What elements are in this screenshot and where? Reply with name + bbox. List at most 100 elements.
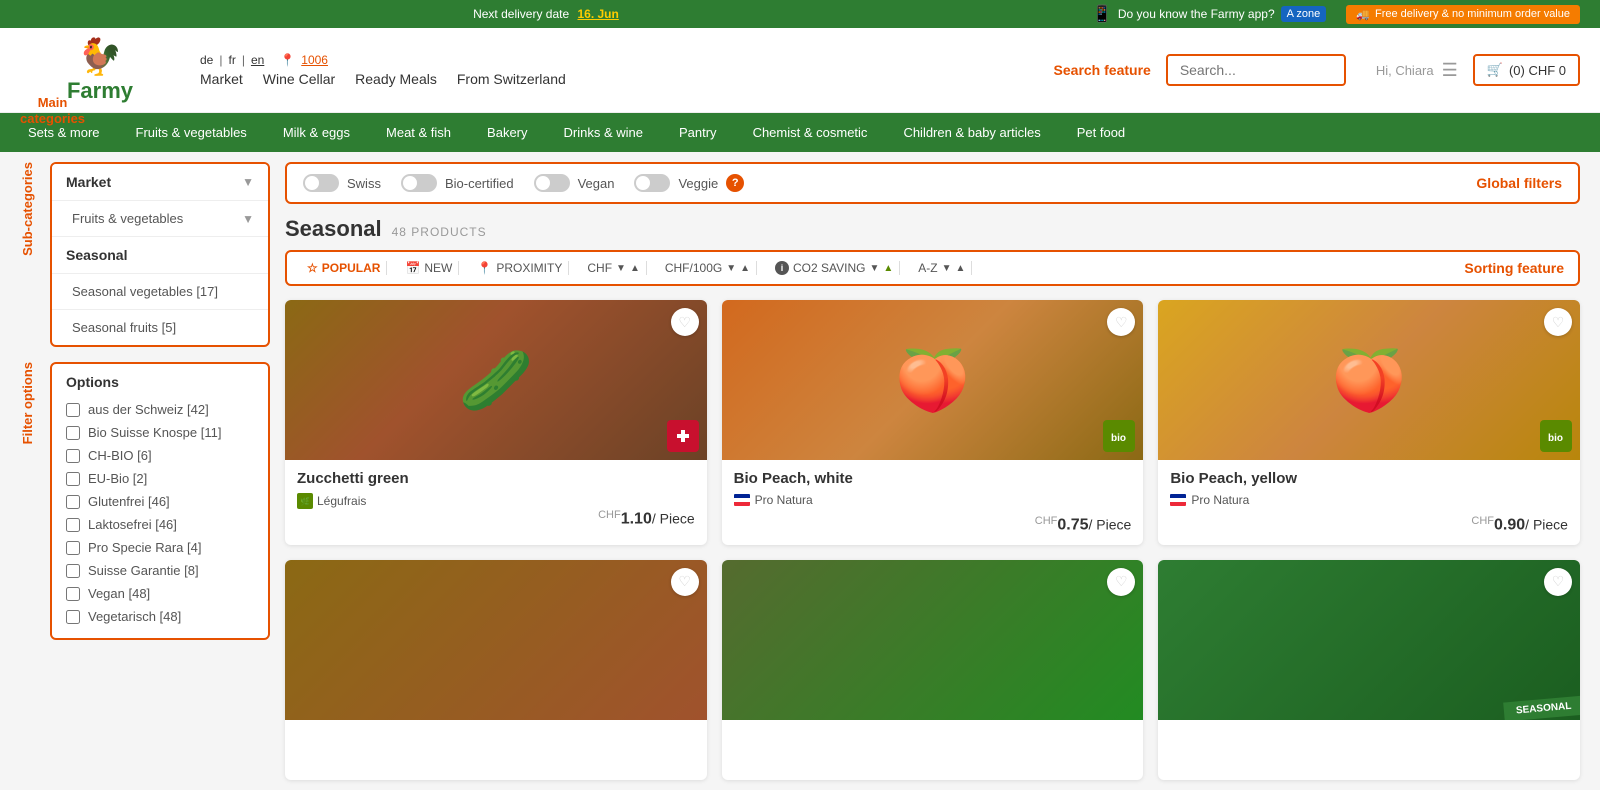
category-market[interactable]: Market ▼ [52,164,268,201]
zone-badge: A zone [1281,6,1327,22]
product-card-peach-yellow[interactable]: 🍑 ♡ bio Bio Peach, yellow Pro Natura CHF… [1158,300,1580,545]
category-seasonal[interactable]: Seasonal [52,237,268,274]
nav-pantry[interactable]: Pantry [661,113,735,152]
product-name: Bio Peach, yellow [1170,470,1568,487]
product-card-5[interactable]: ♡ [722,560,1144,780]
sort-az[interactable]: A-Z ▼ ▲ [912,261,972,275]
option-laktosefrei[interactable]: Laktosefrei [46] [66,513,254,536]
chevron-up-icon: ▲ [740,263,750,274]
bio-cert-badge: bio [1103,420,1135,452]
lang-de[interactable]: de [200,53,213,67]
chevron-up-icon: ▲ [883,263,893,274]
option-vegan[interactable]: Vegan [48] [66,582,254,605]
vegan-toggle[interactable] [534,174,570,192]
bio-cert-badge: bio [1540,420,1572,452]
help-icon[interactable]: ? [726,174,744,192]
product-card-6[interactable]: ♡ SEASONAL [1158,560,1580,780]
location-link[interactable]: 1006 [301,53,328,67]
product-card-zucchetti[interactable]: 🥒 ♡ Zucchetti green 🌿 Légufrais CHF1.10/… [285,300,707,545]
sort-co2[interactable]: i CO2 SAVING ▼ ▲ [769,261,900,275]
search-input[interactable] [1166,54,1346,86]
product-info: Zucchetti green 🌿 Légufrais CHF1.10/ Pie… [285,460,707,539]
option-vegetarisch[interactable]: Vegetarisch [48] [66,605,254,628]
hamburger-icon[interactable]: ☰ [1442,60,1458,81]
option-schweiz[interactable]: aus der Schweiz [42] [66,398,254,421]
option-ch-bio[interactable]: CH-BIO [6] [66,444,254,467]
product-card-4[interactable]: ♡ [285,560,707,780]
chevron-down-icon: ▼ [942,263,952,274]
option-glutenfrei[interactable]: Glutenfrei [46] [66,490,254,513]
user-area: Hi, Chiara ☰ [1376,60,1458,81]
product-image-bg [1158,560,1580,720]
logo-icon: 🐓 [78,36,123,78]
option-bio-knospe[interactable]: Bio Suisse Knospe [11] [66,421,254,444]
nav-milk[interactable]: Milk & eggs [265,113,368,152]
swiss-toggle[interactable] [303,174,339,192]
info-icon: i [775,261,789,275]
cart-button[interactable]: 🛒 (0) CHF 0 [1473,54,1580,86]
category-seasonal-fruits[interactable]: Seasonal fruits [5] [52,310,268,345]
truck-icon: 🚚 [1356,8,1370,21]
nav-bakery[interactable]: Bakery [469,113,545,152]
nav-chemist[interactable]: Chemist & cosmetic [735,113,886,152]
product-image-bg: 🍑 [1158,300,1580,460]
product-image-bg [285,560,707,720]
wishlist-button[interactable]: ♡ [1107,568,1135,596]
wishlist-button[interactable]: ♡ [1544,568,1572,596]
option-eu-bio[interactable]: EU-Bio [2] [66,467,254,490]
sidebar: Sub-categories Market ▼ Fruits & vegetab… [20,162,270,780]
svg-text:bio: bio [1111,433,1126,444]
nav-ready-meals[interactable]: Ready Meals [355,71,437,87]
sort-chf100g[interactable]: CHF/100G ▼ ▲ [659,261,757,275]
sort-chf[interactable]: CHF ▼ ▲ [581,261,646,275]
product-info [1158,720,1580,780]
option-suisse-garantie[interactable]: Suisse Garantie [8] [66,559,254,582]
product-image-4: ♡ [285,560,707,720]
options-section: Filter options Options aus der Schweiz [… [20,362,270,640]
sub-categories-label: Sub-categories [20,162,40,256]
main-categories-label: Maincategories [20,95,85,126]
filter-swiss: Swiss [303,174,381,192]
filter-options-label: Filter options [20,362,40,444]
sort-proximity[interactable]: 📍 PROXIMITY [471,261,569,275]
chevron-down-icon: ▼ [869,263,879,274]
flag-icon [734,494,750,506]
product-card-peach-white[interactable]: 🍑 ♡ bio Bio Peach, white Pro Natura CHF0… [722,300,1144,545]
nav-wine[interactable]: Wine Cellar [263,71,335,87]
filter-bio: Bio-certified [401,174,514,192]
lang-en[interactable]: en [251,53,264,67]
nav-fruits[interactable]: Fruits & vegetables [118,113,265,152]
category-panel: Market ▼ Fruits & vegetables ▼ Seasonal … [50,162,270,347]
category-fruits-veg[interactable]: Fruits & vegetables ▼ [52,201,268,237]
filter-vegan: Vegan [534,174,615,192]
nav-meat[interactable]: Meat & fish [368,113,469,152]
nav-switzerland[interactable]: From Switzerland [457,71,566,87]
bio-toggle[interactable] [401,174,437,192]
nav-market[interactable]: Market [200,71,243,87]
sort-new[interactable]: 📅 NEW [399,261,459,275]
product-grid: 🥒 ♡ Zucchetti green 🌿 Légufrais CHF1.10/… [285,300,1580,780]
header-middle: de | fr | en 📍 1006 Market Wine Cellar R… [200,53,566,87]
arrow-icon: ▼ [242,212,254,226]
category-seasonal-veg[interactable]: Seasonal vegetables [17] [52,274,268,310]
header: 🐓 Farmy de | fr | en 📍 1006 Market Wine … [0,28,1600,113]
wishlist-button[interactable]: ♡ [671,568,699,596]
veggie-toggle[interactable] [634,174,670,192]
free-delivery-banner: 🚚 Free delivery & no minimum order value [1346,5,1580,24]
product-price: CHF0.75/ Piece [734,515,1132,535]
vegan-label: Vegan [578,176,615,191]
product-image-peach-yellow: 🍑 ♡ bio [1158,300,1580,460]
nav-children[interactable]: Children & baby articles [885,113,1058,152]
nav-petfood[interactable]: Pet food [1059,113,1143,152]
option-pro-specie[interactable]: Pro Specie Rara [4] [66,536,254,559]
lang-fr[interactable]: fr [228,53,235,67]
wishlist-button[interactable]: ♡ [1544,308,1572,336]
nav-drinks[interactable]: Drinks & wine [546,113,661,152]
provider-name: Pro Natura [1191,493,1249,507]
product-image-bg: 🍑 [722,300,1144,460]
swiss-cert-badge [667,420,699,452]
product-provider: Pro Natura [1170,493,1568,507]
sort-popular[interactable]: ☆ POPULAR [301,261,387,275]
wishlist-button[interactable]: ♡ [671,308,699,336]
delivery-date[interactable]: 16. Jun [577,7,618,21]
